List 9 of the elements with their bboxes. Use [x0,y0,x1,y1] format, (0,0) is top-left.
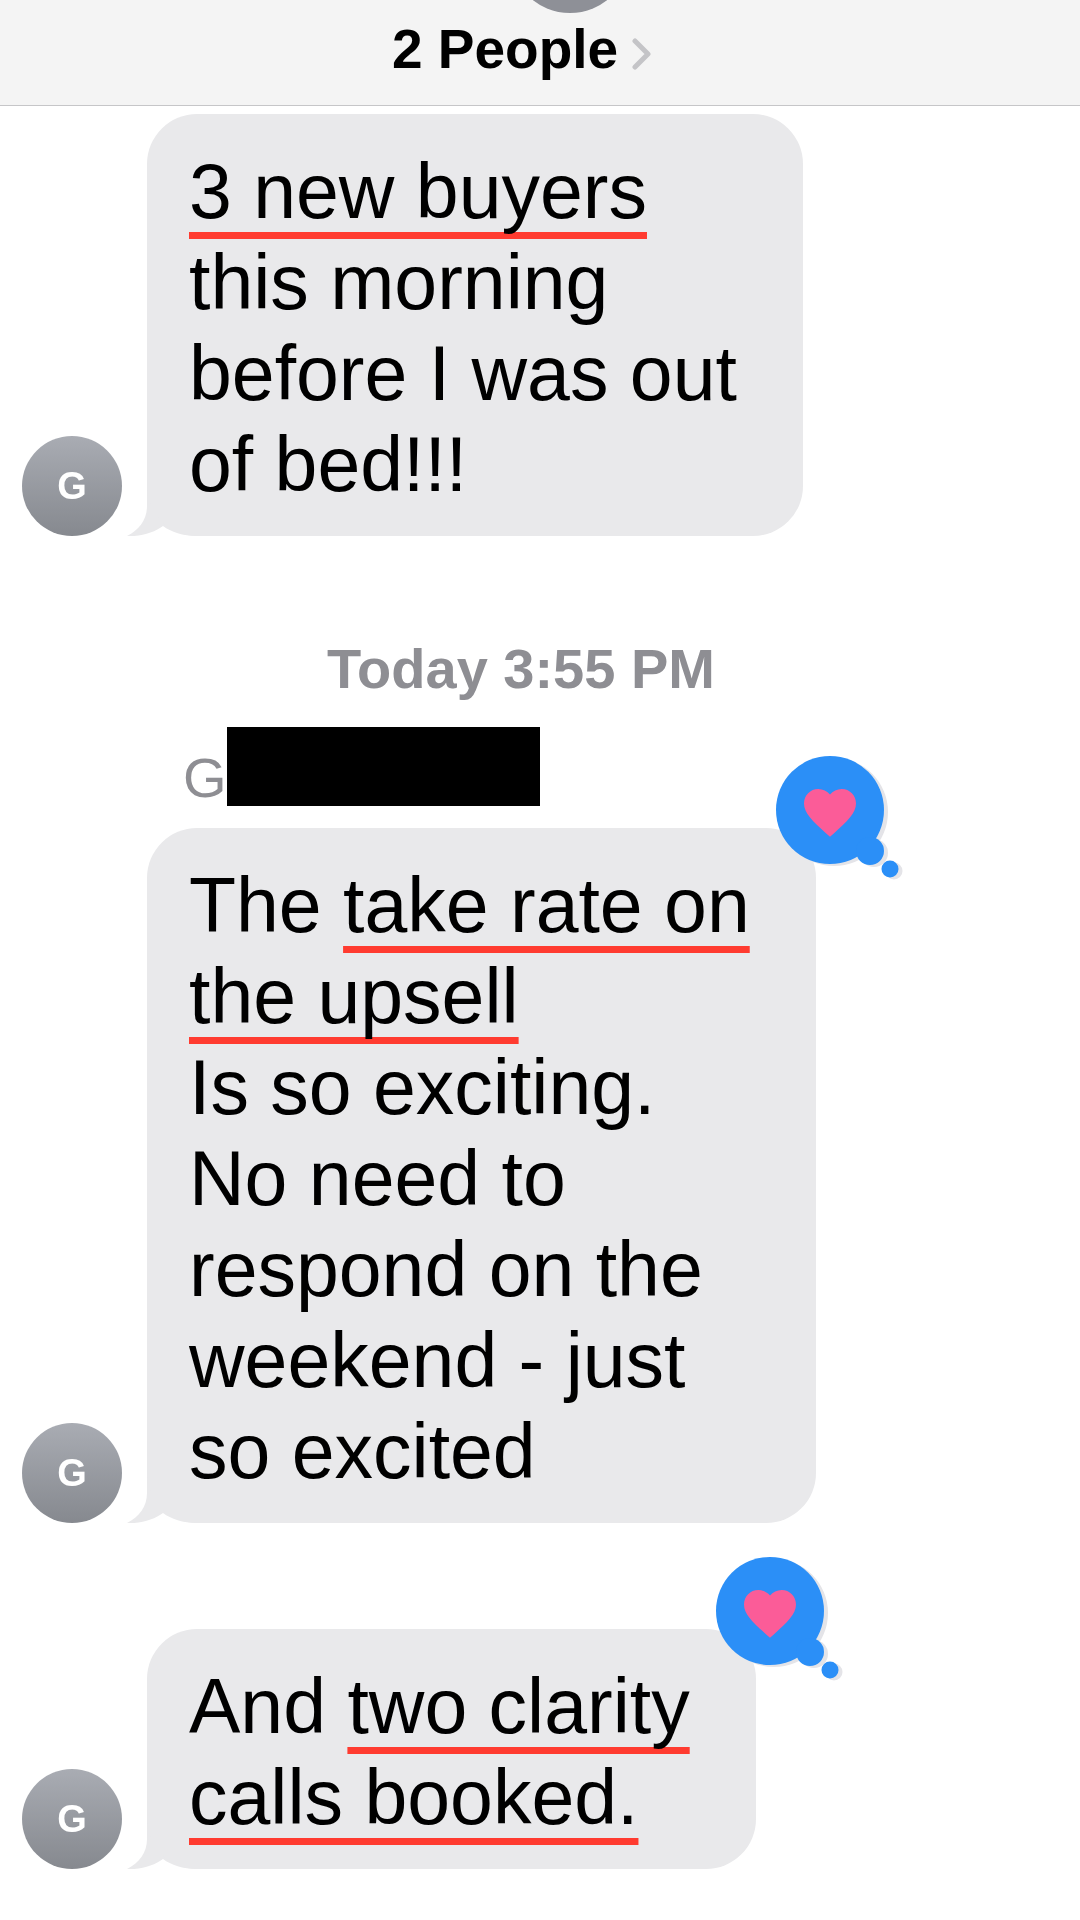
message-text: The take rate on the upsell Is so exciting. No need to respond on the weekend - just so excited [189,861,750,1496]
message-bubble[interactable]: 3 new buyers this morning before I was out of bed!!! [147,114,803,536]
chevron-right-icon [632,37,653,70]
message-text: And two clarity calls booked. [189,1662,690,1842]
message-bubble[interactable]: The take rate on the upsell Is so exciting. No need to respond on the weekend - just so excited [147,828,816,1523]
sender-name: G [183,750,227,806]
avatar-icon[interactable] [533,0,607,13]
message-bubble[interactable]: And two clarity calls booked. [147,1629,756,1869]
message-text: 3 new buyers this morning before I was out of bed!!! [189,147,737,509]
